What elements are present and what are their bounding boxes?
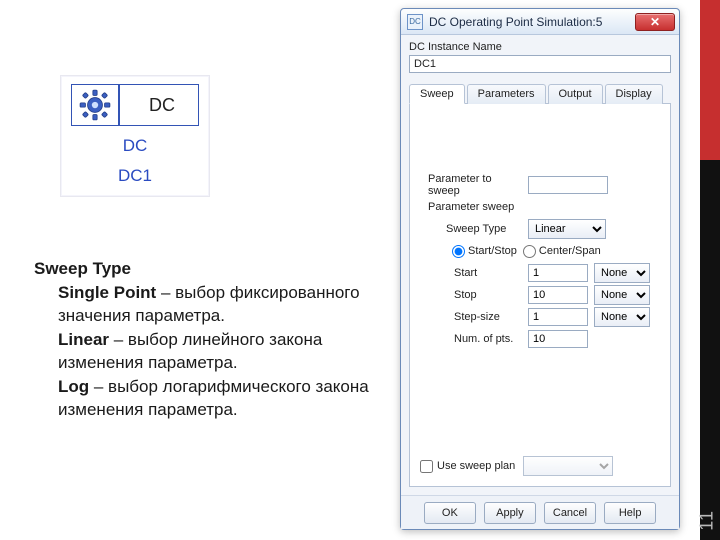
explain-item: Linear – выбор линейного закона изменени… xyxy=(58,329,374,374)
apply-button[interactable]: Apply xyxy=(484,502,536,524)
radio-startstop-input[interactable] xyxy=(452,245,465,258)
step-unit-select[interactable]: None xyxy=(594,307,650,327)
instance-name-label: DC Instance Name xyxy=(409,41,671,53)
npts-input[interactable] xyxy=(528,330,588,348)
gear-icon xyxy=(72,85,120,125)
radio-centerspan-input[interactable] xyxy=(523,245,536,258)
param-to-sweep-input[interactable] xyxy=(528,176,608,194)
sweep-type-label: Sweep Type xyxy=(424,223,522,235)
app-icon: DC xyxy=(407,14,423,30)
tab-bar: Sweep Parameters Output Display xyxy=(409,83,671,104)
tab-parameters[interactable]: Parameters xyxy=(467,84,546,104)
stop-unit-select[interactable]: None xyxy=(594,285,650,305)
tab-sweep[interactable]: Sweep xyxy=(409,84,465,104)
start-input[interactable] xyxy=(528,264,588,282)
ok-button[interactable]: OK xyxy=(424,502,476,524)
dialog-window: DC DC Operating Point Simulation:5 ✕ DC … xyxy=(400,8,680,530)
accent-stripe-red xyxy=(700,0,720,160)
use-sweep-plan-checkbox[interactable] xyxy=(420,460,433,473)
explain-heading: Sweep Type xyxy=(34,258,374,280)
component-box-label: DC xyxy=(126,95,198,116)
stop-label: Stop xyxy=(424,289,522,301)
start-unit-select[interactable]: None xyxy=(594,263,650,283)
npts-label: Num. of pts. xyxy=(424,333,522,345)
tab-display[interactable]: Display xyxy=(605,84,663,104)
cancel-button[interactable]: Cancel xyxy=(544,502,596,524)
sweep-type-select[interactable]: Linear xyxy=(528,219,606,239)
step-input[interactable] xyxy=(528,308,588,326)
radio-startstop[interactable]: Start/Stop xyxy=(452,245,517,258)
page-number: 11 xyxy=(697,510,718,531)
step-label: Step-size xyxy=(424,311,522,323)
sweep-plan-select[interactable] xyxy=(523,456,613,476)
close-button[interactable]: ✕ xyxy=(635,13,675,31)
titlebar[interactable]: DC DC Operating Point Simulation:5 ✕ xyxy=(401,9,679,35)
close-icon: ✕ xyxy=(650,15,660,29)
help-button[interactable]: Help xyxy=(604,502,656,524)
window-title: DC Operating Point Simulation:5 xyxy=(429,15,629,29)
tab-output[interactable]: Output xyxy=(548,84,603,104)
accent-stripe-black xyxy=(700,160,720,540)
explain-block: Sweep Type Single Point – выбор фиксиров… xyxy=(34,258,374,423)
use-sweep-plan[interactable]: Use sweep plan xyxy=(420,460,515,473)
component-instance: DC1 xyxy=(71,166,199,186)
param-to-sweep-label: Parameter to sweep xyxy=(424,173,522,197)
radio-centerspan[interactable]: Center/Span xyxy=(523,245,601,258)
start-label: Start xyxy=(424,267,522,279)
component-block: DC DC DC1 xyxy=(60,75,210,197)
explain-item: Log – выбор логарифмического закона изме… xyxy=(58,376,374,421)
param-sweep-label: Parameter sweep xyxy=(424,201,522,213)
explain-item: Single Point – выбор фиксированного знач… xyxy=(58,282,374,327)
tab-panel-sweep: Parameter to sweep Parameter sweep Sweep… xyxy=(409,104,671,487)
component-type: DC xyxy=(71,136,199,156)
button-bar: OK Apply Cancel Help xyxy=(401,495,679,529)
instance-name-input[interactable] xyxy=(409,55,671,73)
stop-input[interactable] xyxy=(528,286,588,304)
